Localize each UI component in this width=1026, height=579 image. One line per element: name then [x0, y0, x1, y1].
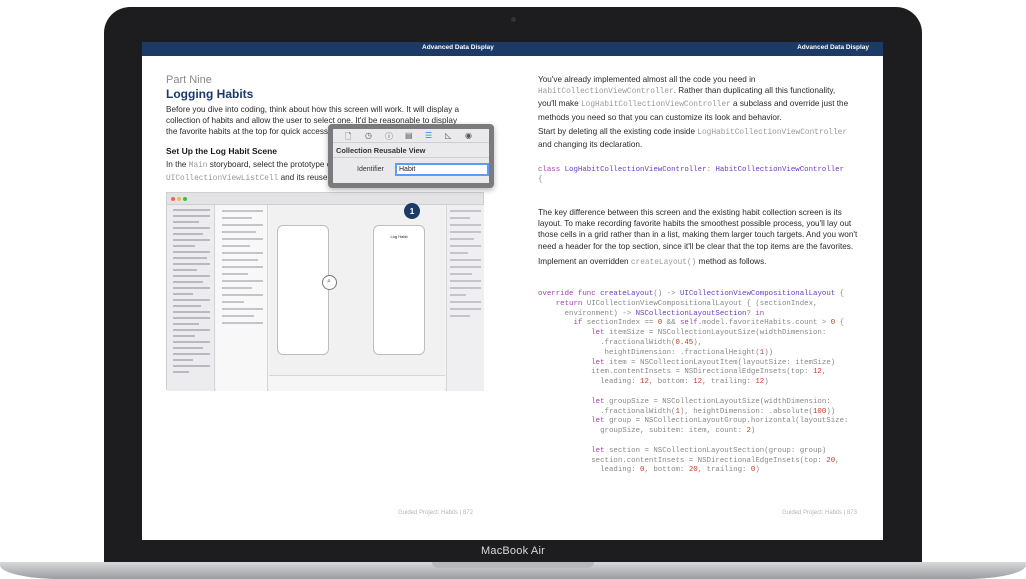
body-text: You've already implemented almost all th… [538, 75, 756, 84]
body-text: and changing its declaration. [538, 140, 643, 150]
xcode-bottom-bar [269, 375, 445, 391]
part-label: Part Nine [166, 74, 212, 86]
zoom-magnifier-icon: ⌕ [322, 275, 337, 290]
attributes-inspector-icon[interactable]: ☰ [425, 131, 432, 140]
identifier-label: Identifier [357, 166, 384, 173]
left-page-footer: Guided Project: Habits | 872 [398, 510, 473, 516]
section-heading: Set Up the Log Habit Scene [166, 146, 277, 156]
right-page-footer: Guided Project: Habits | 873 [782, 510, 857, 516]
chapter-title: Logging Habits [166, 87, 254, 101]
device-label: MacBook Air [481, 545, 545, 557]
inspector-tab-bar: 🗋 ◷ ⓘ ▤ ☰ ◺ ◉ [333, 129, 489, 143]
phone-scene-title: Log Habit [390, 234, 408, 239]
phone-scene-left [277, 225, 329, 355]
body-text: method as follows. [696, 257, 767, 266]
inline-code: UICollectionViewListCell [166, 175, 279, 184]
right-paragraph-1: You've already implemented almost all th… [538, 74, 868, 123]
create-layout-code: override func createLayout() -> UICollec… [538, 290, 849, 475]
attributes-inspector-popup: 🗋 ◷ ⓘ ▤ ☰ ◺ ◉ Collection Reusable View I… [328, 124, 494, 188]
xcode-inspector [446, 205, 484, 391]
identifier-field[interactable]: Habit [395, 163, 489, 176]
laptop-notch [432, 562, 594, 568]
xcode-storyboard-canvas: Log Habit [269, 205, 445, 391]
section-text: and its reuse [278, 173, 328, 183]
xcode-toolbar [167, 193, 483, 205]
inline-code: HabitCollectionViewController [538, 88, 674, 97]
xcode-screenshot: Log Habit [166, 192, 484, 391]
callout-number-badge: 1 [404, 203, 420, 219]
body-text: Implement an overridden [538, 257, 631, 266]
body-text: a subclass and override just the [730, 99, 849, 109]
laptop-scene: Advanced Data Display Advanced Data Disp… [0, 0, 1026, 579]
connections-inspector-icon[interactable]: ◉ [465, 131, 472, 140]
class-declaration-code: class LogHabitCollectionViewController: … [538, 166, 845, 184]
section-text: In the [166, 160, 189, 169]
section-text: storyboard, select the prototype c [207, 160, 331, 169]
xcode-navigator [167, 205, 215, 391]
inline-code: LogHabitCollectionViewController [697, 129, 848, 137]
inline-code: createLayout() [630, 259, 697, 267]
page-header-bar: Advanced Data Display Advanced Data Disp… [142, 42, 883, 56]
ebook-screen: Advanced Data Display Advanced Data Disp… [142, 42, 883, 542]
close-dot [171, 197, 175, 201]
inline-code: LogHabitCollectionViewController [580, 101, 731, 110]
identity-inspector-icon[interactable]: ▤ [405, 131, 413, 140]
right-paragraph-3: The key difference between this screen a… [538, 208, 858, 251]
zoom-dot [183, 197, 187, 201]
body-text: . Rather than duplicating all this funct… [673, 86, 836, 96]
body-text: Start by deleting all the existing code … [538, 127, 698, 136]
camera-dot [511, 17, 516, 22]
help-inspector-icon[interactable]: ⓘ [385, 131, 393, 142]
inspector-section-title: Collection Reusable View [336, 146, 426, 155]
file-inspector-icon[interactable]: 🗋 [345, 131, 351, 145]
header-right-title: Advanced Data Display [797, 44, 869, 51]
minimize-dot [177, 197, 181, 201]
body-text: you'll make [538, 99, 581, 109]
right-paragraph-4: Implement an overridden createLayout() m… [538, 256, 868, 269]
right-paragraph-2: Start by deleting all the existing code … [538, 126, 868, 150]
xcode-document-outline [216, 205, 268, 391]
inline-code: Main [188, 162, 208, 170]
header-left-title: Advanced Data Display [422, 44, 494, 51]
body-text: methods you need so that you can customi… [538, 112, 782, 122]
phone-scene-log-habit: Log Habit [373, 225, 425, 355]
divider [333, 157, 489, 158]
size-inspector-icon[interactable]: ◺ [445, 131, 451, 140]
history-inspector-icon[interactable]: ◷ [365, 131, 372, 140]
